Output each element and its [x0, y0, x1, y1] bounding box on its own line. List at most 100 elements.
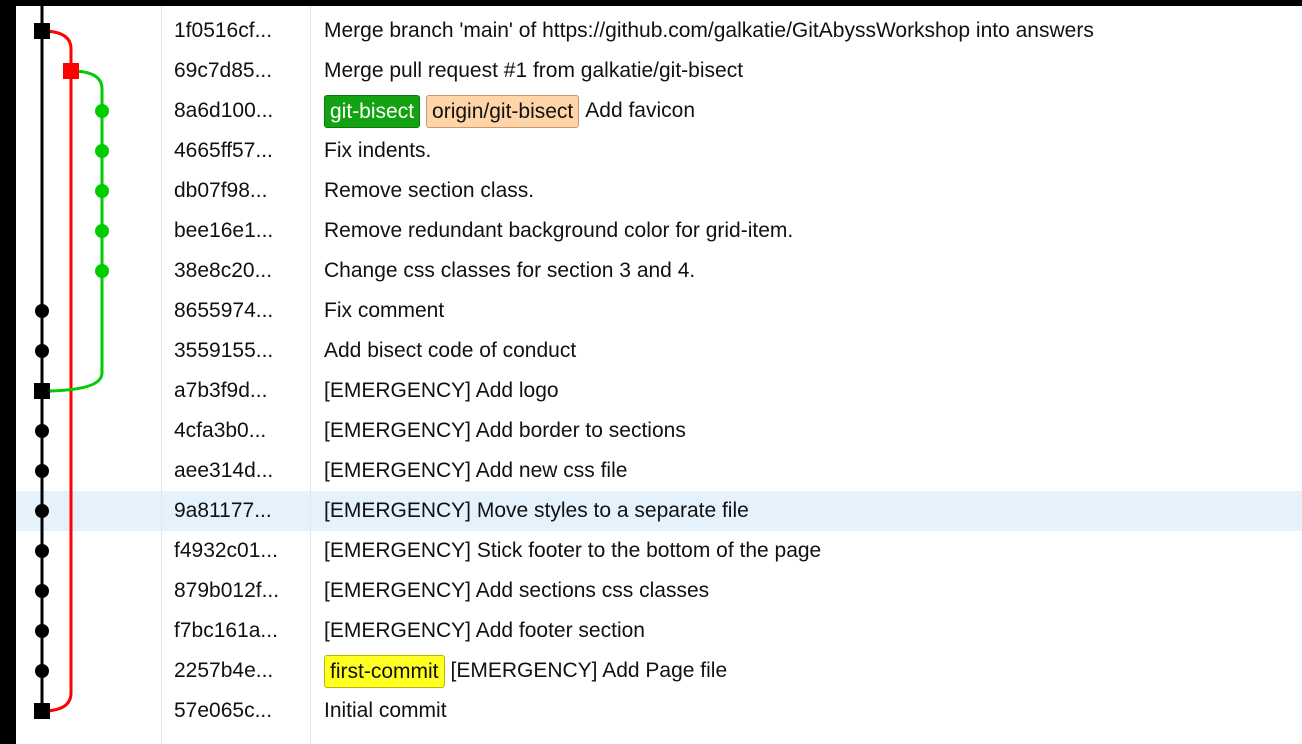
commit-message: Initial commit	[324, 699, 447, 722]
commit-message: Add favicon	[585, 99, 696, 122]
commit-row[interactable]: 4cfa3b0... [EMERGENCY] Add border to sect…	[16, 411, 1302, 451]
commit-row[interactable]: 69c7d85... Merge pull request #1 from gal…	[16, 51, 1302, 91]
commit-sha: 2257b4e...	[174, 659, 274, 682]
graph-column-divider	[161, 6, 162, 744]
commit-message-cell: [EMERGENCY] Add border to sections	[324, 411, 686, 451]
commit-row[interactable]: 1f0516cf... Merge branch 'main' of https:…	[16, 11, 1302, 51]
commit-sha: bee16e1...	[174, 219, 274, 242]
branch-commit-node	[95, 224, 109, 238]
commit-message-cell: first-commit [EMERGENCY] Add Page file	[324, 651, 727, 691]
commit-sha: db07f98...	[174, 179, 268, 202]
commit-node	[35, 344, 49, 358]
commit-message: [EMERGENCY] Add border to sections	[324, 419, 686, 442]
commit-message: Merge pull request #1 from galkatie/git-…	[324, 59, 744, 82]
commit-row[interactable]: f7bc161a... [EMERGENCY] Add footer sectio…	[16, 611, 1302, 651]
commit-sha: 1f0516cf...	[174, 19, 273, 42]
commit-message: Fix indents.	[324, 139, 432, 162]
commit-message: [EMERGENCY] Stick footer to the bottom o…	[324, 539, 822, 562]
commit-message-cell: Add bisect code of conduct	[324, 331, 576, 371]
commit-row[interactable]: 57e065c... Initial commit	[16, 691, 1302, 731]
commit-sha: 3559155...	[174, 339, 274, 362]
tag-label[interactable]: first-commit	[324, 654, 445, 688]
commit-row[interactable]: aee314d... [EMERGENCY] Add new css file	[16, 451, 1302, 491]
commit-row[interactable]: a7b3f9d... [EMERGENCY] Add logo	[16, 371, 1302, 411]
sha-column-divider	[310, 6, 311, 744]
commit-message-cell: Initial commit	[324, 691, 447, 731]
app-frame: 1f0516cf... Merge branch 'main' of https:…	[0, 0, 1302, 744]
commit-message-cell: Fix indents.	[324, 131, 431, 171]
commit-message: [EMERGENCY] Add sections css classes	[324, 579, 710, 602]
commit-sha: a7b3f9d...	[174, 379, 268, 402]
commit-message-cell: [EMERGENCY] Add footer section	[324, 611, 645, 651]
merge-commit-node	[34, 383, 50, 399]
commit-sha: 4665ff57...	[174, 139, 273, 162]
remote-branch-label[interactable]: origin/git-bisect	[426, 94, 580, 128]
commit-message-cell: Fix comment	[324, 291, 444, 331]
commit-row[interactable]: 879b012f... [EMERGENCY] Add sections css …	[16, 571, 1302, 611]
commit-sha: 69c7d85...	[174, 59, 273, 82]
commit-row[interactable]: 3559155... Add bisect code of conduct	[16, 331, 1302, 371]
commit-sha: f4932c01...	[174, 539, 278, 562]
commit-message-cell: git-bisect origin/git-bisect Add favicon	[324, 91, 695, 131]
commit-row[interactable]: 2257b4e... first-commit [EMERGENCY] Add Pa…	[16, 651, 1302, 691]
commit-message: [EMERGENCY] Add logo	[324, 379, 559, 402]
commit-message-cell: [EMERGENCY] Add new css file	[324, 451, 627, 491]
commit-message: Change css classes for section 3 and 4.	[324, 259, 696, 282]
commit-message: [EMERGENCY] Add new css file	[324, 459, 628, 482]
commit-row[interactable]: db07f98... Remove section class.	[16, 171, 1302, 211]
merge-commit-node	[34, 703, 50, 719]
merge-lane-line	[41, 29, 73, 713]
branch-commit-node	[95, 104, 109, 118]
commit-message-cell: [EMERGENCY] Stick footer to the bottom o…	[324, 531, 821, 571]
commit-row[interactable]: 38e8c20... Change css classes for section…	[16, 251, 1302, 291]
branch-commit-node	[95, 264, 109, 278]
commit-message-cell: [EMERGENCY] Add logo	[324, 371, 559, 411]
commit-sha: 9a81177...	[174, 499, 272, 522]
commit-sha: f7bc161a...	[174, 619, 278, 642]
commit-node	[35, 664, 49, 678]
commit-node	[35, 464, 49, 478]
commit-row[interactable]: 8655974... Fix comment	[16, 291, 1302, 331]
commit-log-panel: 1f0516cf... Merge branch 'main' of https:…	[16, 6, 1302, 744]
commit-node	[35, 624, 49, 638]
commit-message: [EMERGENCY] Add footer section	[324, 619, 645, 642]
commit-sha: 8655974...	[174, 299, 274, 322]
commit-message: Remove section class.	[324, 179, 535, 202]
commit-row[interactable]: bee16e1... Remove redundant background co…	[16, 211, 1302, 251]
commit-sha: 879b012f...	[174, 579, 280, 602]
commit-message-cell: Remove section class.	[324, 171, 534, 211]
commit-message: Remove redundant background color for gr…	[324, 219, 794, 242]
commit-sha: 8a6d100...	[174, 99, 274, 122]
commit-message-cell: [EMERGENCY] Add sections css classes	[324, 571, 709, 611]
merge-commit-node	[63, 63, 79, 79]
commit-message-cell: [EMERGENCY] Move styles to a separate fi…	[324, 491, 749, 531]
commit-row[interactable]: 4665ff57... Fix indents.	[16, 131, 1302, 171]
commit-node	[35, 544, 49, 558]
commit-sha: 38e8c20...	[174, 259, 273, 282]
branch-commit-node	[95, 184, 109, 198]
commit-row[interactable]: f4932c01... [EMERGENCY] Stick footer to t…	[16, 531, 1302, 571]
commit-message-cell: Merge pull request #1 from galkatie/git-…	[324, 51, 743, 91]
commit-sha: 4cfa3b0...	[174, 419, 267, 442]
commit-row[interactable]: 8a6d100... git-bisect origin/git-bisect Add…	[16, 91, 1302, 131]
commit-sha: 57e065c...	[174, 699, 273, 722]
commit-message: Add bisect code of conduct	[324, 339, 577, 362]
branch-label[interactable]: git-bisect	[324, 94, 421, 128]
commit-list: 1f0516cf... Merge branch 'main' of https:…	[16, 6, 1302, 744]
merge-commit-node	[34, 23, 50, 39]
branch-commit-node	[95, 144, 109, 158]
commit-message: Fix comment	[324, 299, 445, 322]
commit-message-cell: Change css classes for section 3 and 4.	[324, 251, 695, 291]
commit-message-cell: Merge branch 'main' of https://github.co…	[324, 11, 1094, 51]
commit-message: Merge branch 'main' of https://github.co…	[324, 19, 1094, 42]
commit-sha: aee314d...	[174, 459, 274, 482]
commit-message: [EMERGENCY] Add Page file	[450, 659, 728, 682]
commit-node	[35, 504, 49, 518]
commit-message: [EMERGENCY] Move styles to a separate fi…	[324, 499, 749, 522]
commit-message-cell: Remove redundant background color for gr…	[324, 211, 793, 251]
commit-row[interactable]: 9a81177... [EMERGENCY] Move styles to a s…	[16, 491, 1302, 531]
commit-graph	[34, 6, 109, 719]
commit-node	[35, 424, 49, 438]
commit-node	[35, 304, 49, 318]
commit-node	[35, 584, 49, 598]
